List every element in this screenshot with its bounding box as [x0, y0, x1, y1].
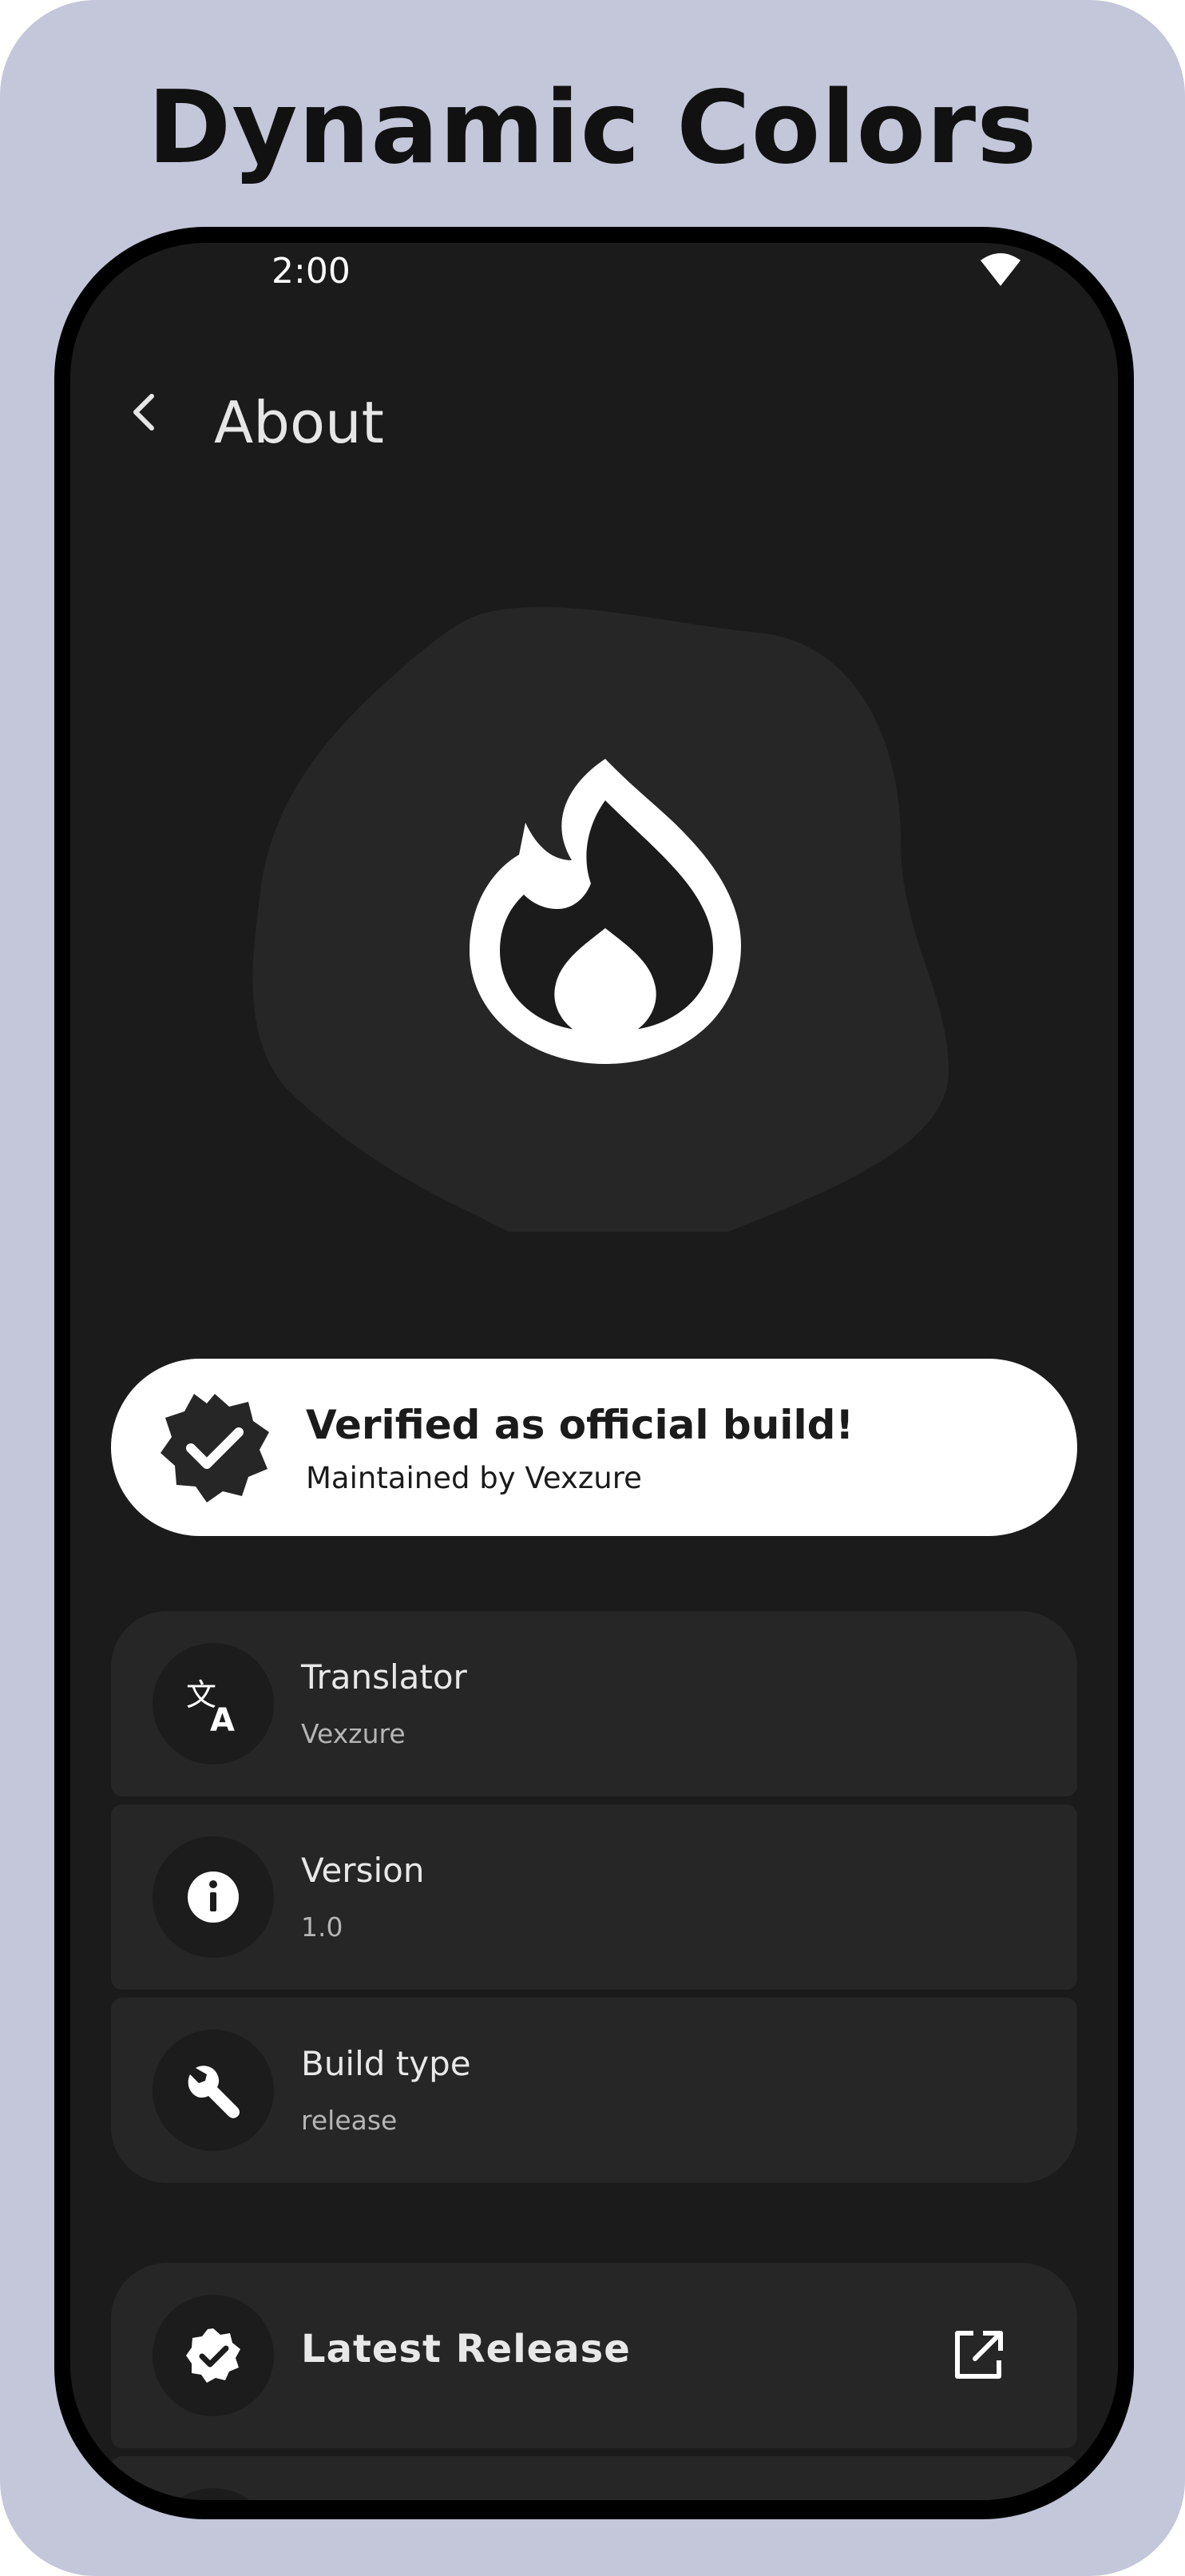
partial-icon-container: [153, 2488, 274, 2500]
verified-build-card: Verified as official build! Maintained b…: [111, 1359, 1077, 1536]
list-item-value: Vexzure: [301, 1718, 406, 1749]
wifi-icon: [981, 253, 1021, 286]
latest-release-label: Latest Release: [301, 2327, 631, 2372]
list-item-version[interactable]: Version 1.0: [111, 1804, 1077, 1990]
list-item-partial[interactable]: [111, 2456, 1077, 2500]
verified-subtitle: Maintained by Vexzure: [306, 1461, 642, 1495]
promo-headline: Dynamic Colors: [147, 69, 1038, 186]
status-time: 2:00: [271, 251, 351, 292]
phone-screen: 2:00 About Verified as official build! M…: [70, 243, 1118, 2500]
version-icon-container: [153, 1836, 274, 1958]
list-item-title: Translator: [301, 1657, 467, 1697]
translator-icon-container: 文 A: [153, 1643, 274, 1764]
open-external-icon: [955, 2331, 1003, 2379]
latest-release-icon-container: [153, 2295, 274, 2416]
verified-icon: [186, 2328, 240, 2383]
info-icon: [188, 1871, 239, 1923]
verified-title: Verified as official build!: [306, 1402, 854, 1448]
wrench-icon: [188, 2066, 240, 2118]
latest-release-link[interactable]: Latest Release: [111, 2263, 1077, 2448]
list-item-build-type[interactable]: Build type release: [111, 1998, 1077, 2183]
build-type-icon-container: [153, 2030, 274, 2151]
promo-frame: Dynamic Colors 2:00 About Verified as of…: [0, 0, 1185, 2576]
flame-icon: [470, 759, 741, 1064]
translate-icon: 文 A: [186, 1677, 235, 1733]
verified-badge-icon: [161, 1394, 269, 1502]
list-item-title: Version: [301, 1851, 425, 1890]
list-item-value: 1.0: [301, 1911, 343, 1943]
back-arrow-icon[interactable]: [120, 387, 171, 438]
list-item-translator[interactable]: 文 A Translator Vexzure: [111, 1611, 1077, 1796]
list-item-title: Build type: [301, 2044, 471, 2083]
page-title: About: [214, 389, 384, 456]
list-item-value: release: [301, 2105, 398, 2136]
svg-text:A: A: [210, 1702, 235, 1733]
